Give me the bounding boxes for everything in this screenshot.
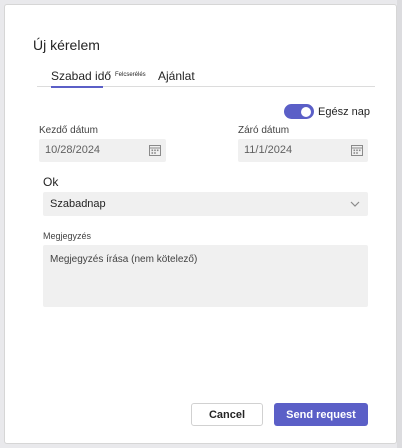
new-request-dialog: Új kérelem Szabad idő Felcserélés Ajánla…: [4, 4, 397, 444]
end-date-label: Záró dátum: [238, 125, 290, 136]
notes-placeholder: Megjegyzés írása (nem kötelező): [50, 254, 198, 265]
start-date-label: Kezdő dátum: [39, 125, 98, 136]
start-date-field[interactable]: 10/28/2024: [39, 139, 166, 162]
all-day-label: Egész nap: [318, 105, 370, 118]
end-date-value: 11/1/2024: [244, 144, 293, 156]
reason-value: Szabadnap: [50, 198, 106, 210]
active-tab-indicator: [51, 86, 103, 88]
end-date-field[interactable]: 11/1/2024: [238, 139, 368, 162]
calendar-icon[interactable]: [351, 144, 363, 156]
request-type-tabs: Szabad idő Felcserélés Ajánlat: [37, 69, 375, 88]
cancel-button[interactable]: Cancel: [191, 403, 263, 426]
background-scrollbar: [397, 0, 402, 448]
reason-label: Ok: [43, 175, 59, 189]
dialog-title: Új kérelem: [33, 37, 100, 53]
toggle-knob: [301, 106, 312, 117]
tab-swap[interactable]: Felcserélés: [115, 72, 146, 78]
reason-select[interactable]: Szabadnap: [43, 192, 368, 216]
all-day-toggle[interactable]: [284, 104, 315, 119]
chevron-down-icon: [350, 201, 360, 207]
calendar-icon[interactable]: [149, 144, 161, 156]
tab-offer[interactable]: Ajánlat: [158, 69, 195, 83]
send-request-button[interactable]: Send request: [274, 403, 368, 426]
notes-label: Megjegyzés: [43, 231, 92, 241]
notes-textarea[interactable]: Megjegyzés írása (nem kötelező): [43, 245, 368, 307]
start-date-value: 10/28/2024: [45, 144, 101, 156]
tab-time-off[interactable]: Szabad idő: [51, 69, 111, 83]
all-day-toggle-group: Egész nap: [284, 104, 370, 119]
